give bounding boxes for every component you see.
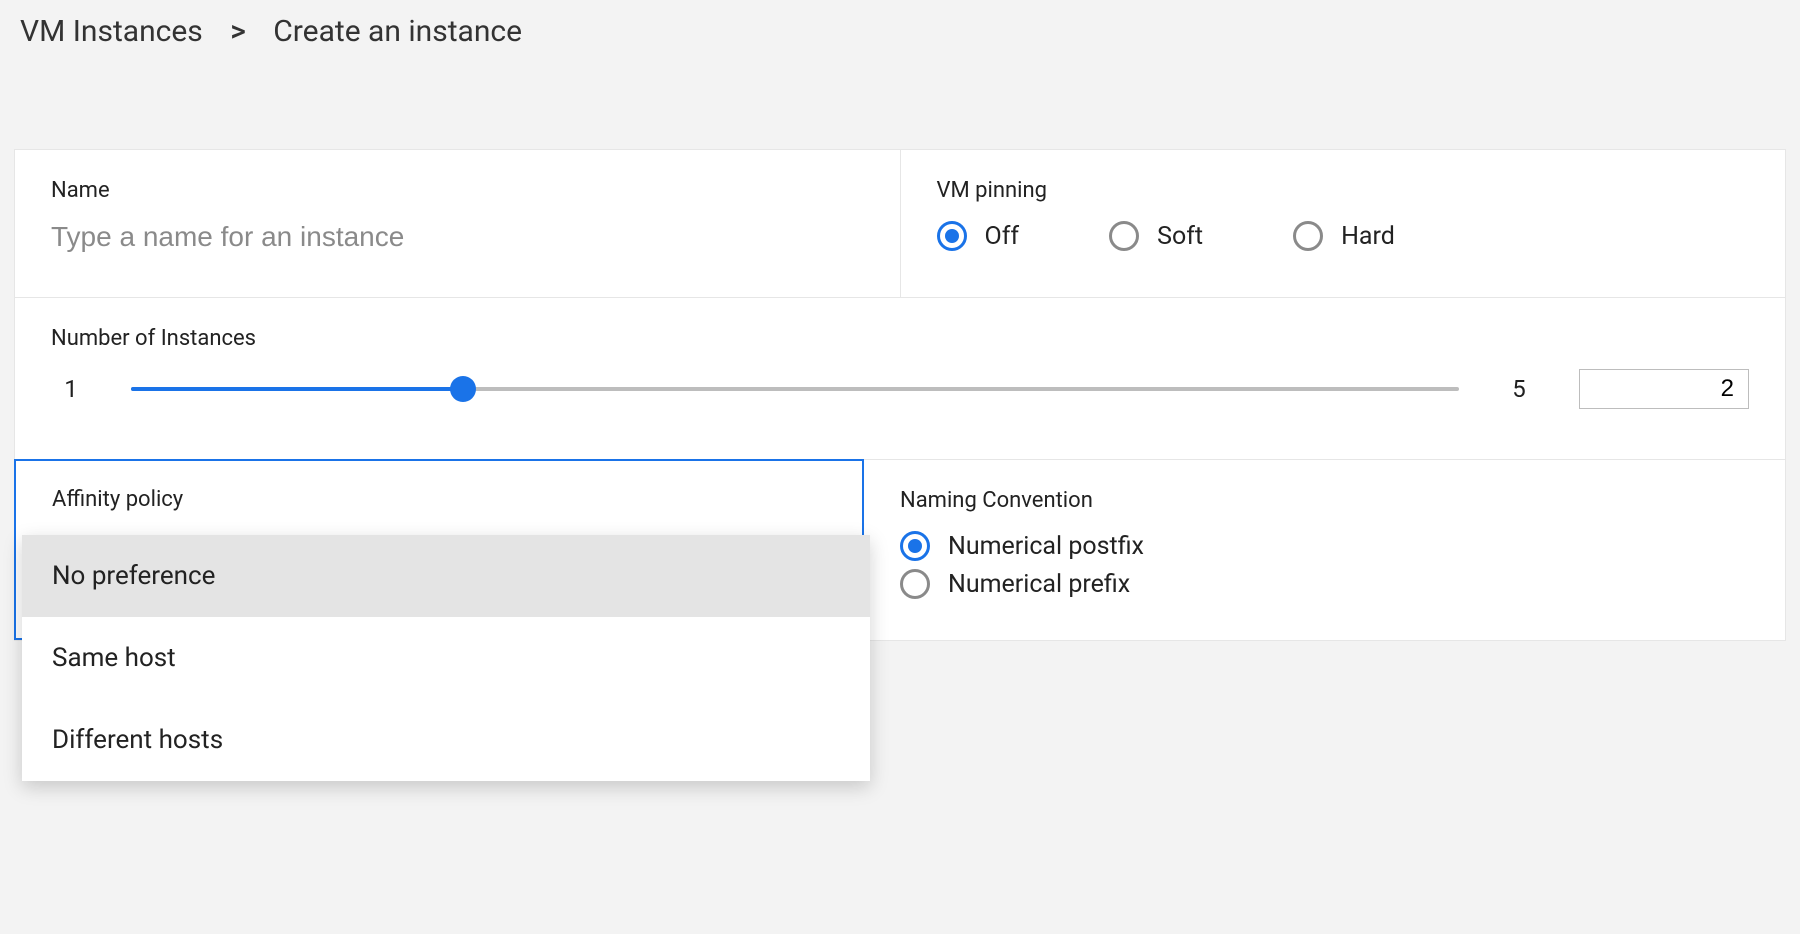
vm-pinning-option-label: Hard	[1341, 222, 1395, 251]
radio-icon	[900, 531, 930, 561]
naming-option-label: Numerical prefix	[948, 570, 1130, 599]
affinity-policy-select[interactable]: Affinity policy No preference Same host …	[14, 459, 864, 640]
slider-max: 5	[1499, 375, 1539, 403]
instances-slider[interactable]	[131, 387, 1459, 391]
vm-pinning-option-label: Soft	[1157, 222, 1203, 251]
instances-label: Number of Instances	[51, 326, 1749, 351]
vm-pinning-option-hard[interactable]: Hard	[1293, 221, 1395, 251]
affinity-option-no-preference[interactable]: No preference	[22, 535, 870, 617]
breadcrumb-separator-icon: >	[230, 14, 246, 49]
naming-option-label: Numerical postfix	[948, 532, 1144, 561]
instances-field: Number of Instances 1 5	[15, 297, 1785, 459]
vm-pinning-option-off[interactable]: Off	[937, 221, 1020, 251]
naming-option-postfix[interactable]: Numerical postfix	[900, 531, 1749, 561]
breadcrumb-current: Create an instance	[273, 14, 522, 49]
affinity-option-different-hosts[interactable]: Different hosts	[22, 699, 870, 781]
affinity-policy-label: Affinity policy	[52, 487, 826, 512]
name-input[interactable]	[51, 221, 864, 253]
radio-icon	[900, 569, 930, 599]
vm-pinning-options: Off Soft Hard	[937, 221, 1750, 251]
slider-fill	[131, 387, 463, 391]
vm-pinning-field: VM pinning Off Soft Hard	[901, 150, 1786, 297]
breadcrumb-root[interactable]: VM Instances	[20, 14, 203, 49]
slider-thumb-icon[interactable]	[450, 376, 476, 402]
naming-option-prefix[interactable]: Numerical prefix	[900, 569, 1749, 599]
naming-convention-label: Naming Convention	[900, 488, 1749, 513]
radio-icon	[1109, 221, 1139, 251]
naming-convention-options: Numerical postfix Numerical prefix	[900, 531, 1749, 599]
affinity-policy-dropdown: No preference Same host Different hosts	[22, 535, 870, 781]
radio-icon	[937, 221, 967, 251]
naming-convention-field: Naming Convention Numerical postfix Nume…	[864, 460, 1785, 640]
slider-min: 1	[51, 375, 91, 403]
radio-icon	[1293, 221, 1323, 251]
vm-pinning-label: VM pinning	[937, 178, 1750, 203]
breadcrumb: VM Instances > Create an instance	[14, 14, 1786, 49]
create-instance-form: Name VM pinning Off Soft Hard	[14, 149, 1786, 641]
affinity-option-same-host[interactable]: Same host	[22, 617, 870, 699]
name-label: Name	[51, 178, 864, 203]
name-field: Name	[15, 150, 901, 297]
instances-value-input[interactable]	[1579, 369, 1749, 409]
vm-pinning-option-label: Off	[985, 222, 1020, 251]
vm-pinning-option-soft[interactable]: Soft	[1109, 221, 1203, 251]
